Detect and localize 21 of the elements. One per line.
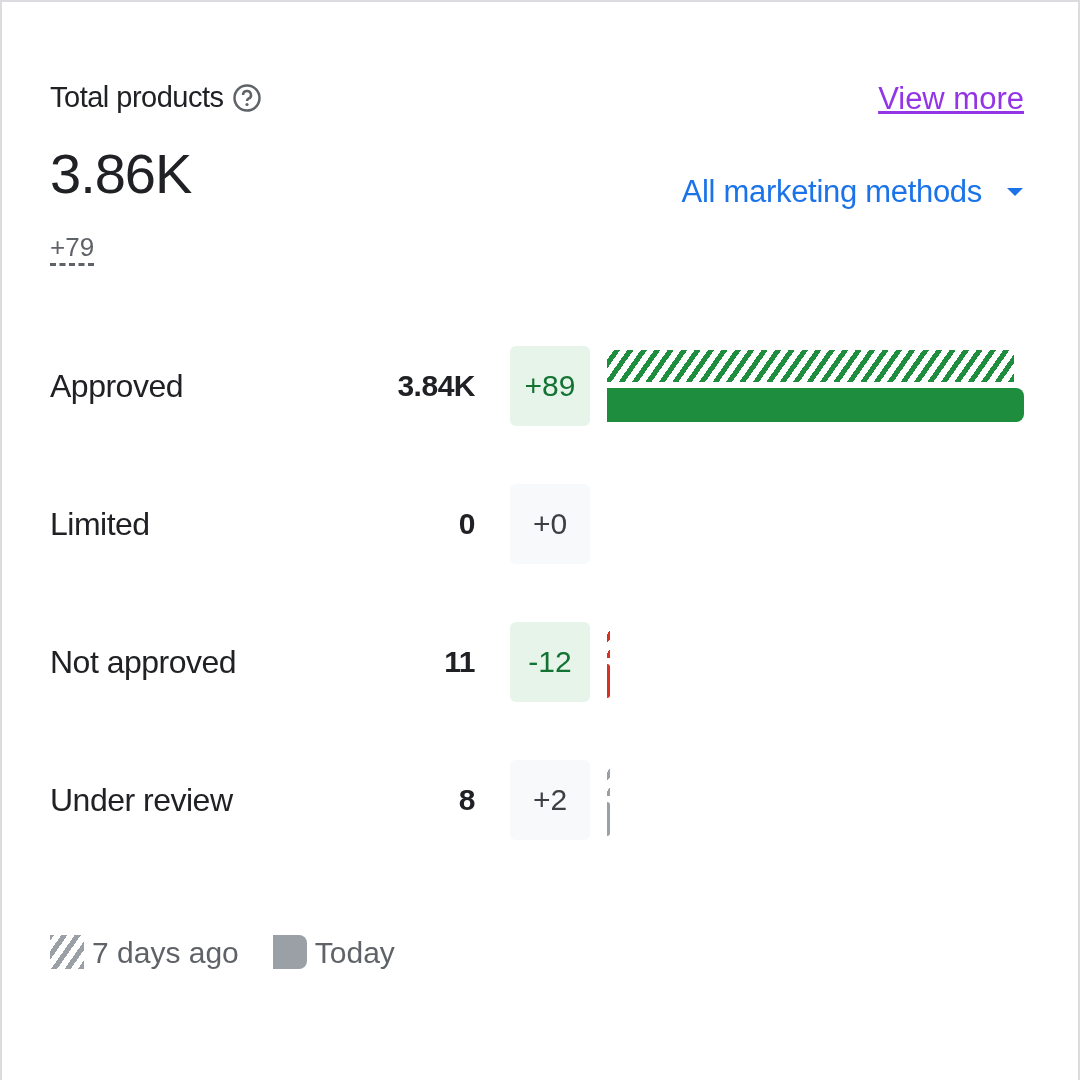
status-count: 0 <box>457 506 475 543</box>
change-value[interactable]: +79 <box>50 231 95 266</box>
status-label: Under review <box>50 780 234 820</box>
status-count: 8 <box>457 782 475 819</box>
change-value: -12 <box>510 621 590 702</box>
status-count: 11 <box>443 644 475 681</box>
status-label: Not approved <box>50 642 238 682</box>
legend-label: Today <box>314 934 395 971</box>
help-icon[interactable] <box>231 82 262 113</box>
change-value: +89 <box>510 345 590 426</box>
change-value: +0 <box>510 483 590 564</box>
status-label: Limited <box>50 504 151 544</box>
change-value: +2 <box>510 759 590 840</box>
caret-icon <box>1006 186 1024 197</box>
status-label: Approved <box>50 366 184 406</box>
view-more-link[interactable]: View more <box>878 76 1024 123</box>
card-title: Total products <box>50 80 224 115</box>
total-value: 3.86K <box>50 145 193 202</box>
status-count: 3.84K <box>396 368 475 405</box>
legend-label: 7 days ago <box>92 934 239 971</box>
filter-dropdown[interactable]: All marketing methods <box>681 168 1024 215</box>
